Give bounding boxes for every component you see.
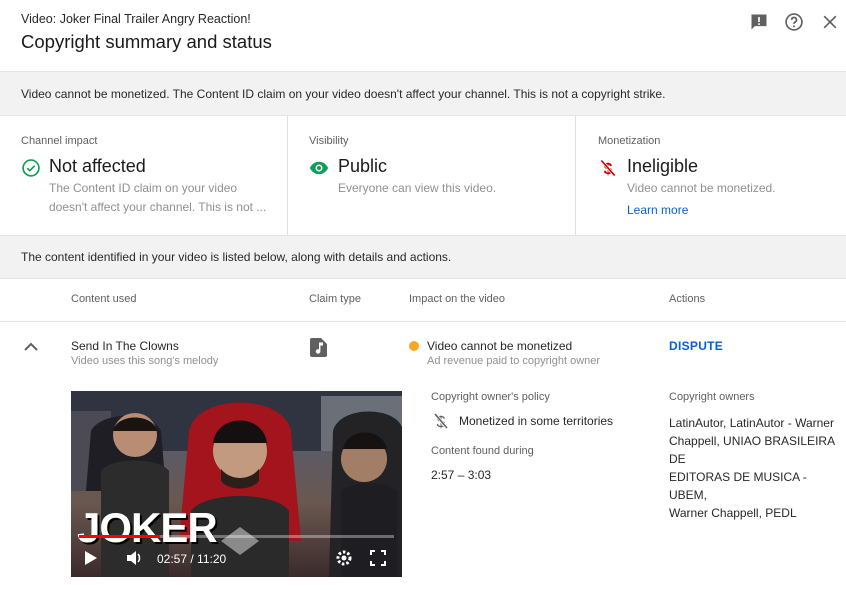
monetization-desc-text: Video cannot be monetized. <box>627 181 776 195</box>
owners-list: LatinAutor, LatinAutor - Warner Chappell… <box>669 414 846 522</box>
joker-overlay-text: JOKER <box>77 504 218 551</box>
col-header-content-used: Content used <box>71 293 137 305</box>
owners-label: Copyright owners <box>669 391 755 403</box>
monetization-desc: Video cannot be monetized. Learn more <box>627 179 776 220</box>
col-header-claim-type: Claim type <box>309 293 361 305</box>
status-dot-icon <box>409 341 419 351</box>
channel-impact-desc-line2: doesn't affect your channel. This is not… <box>49 200 267 214</box>
channel-impact-card: Channel impact Not affected The Content … <box>0 116 287 235</box>
visibility-desc: Everyone can view this video. <box>338 181 497 195</box>
help-icon[interactable] <box>784 12 804 32</box>
learn-more-link[interactable]: Learn more <box>627 201 776 220</box>
visibility-label: Visibility <box>309 135 349 147</box>
channel-impact-label: Channel impact <box>21 135 98 147</box>
channel-impact-desc-line1: The Content ID claim on your video <box>49 181 238 195</box>
dispute-button[interactable]: DISPUTE <box>669 339 723 353</box>
impact-text: Video cannot be monetized <box>427 339 573 353</box>
video-progress-fill <box>79 535 160 538</box>
collapse-chevron-icon[interactable] <box>22 340 40 354</box>
owners-line: Warner Chappell, PEDL <box>669 506 797 520</box>
dialog-title: Copyright summary and status <box>21 31 272 52</box>
status-cards: Channel impact Not affected The Content … <box>0 116 846 235</box>
fullscreen-icon[interactable] <box>369 549 387 567</box>
owners-line: Chappell, UNIAO BRASILEIRA DE <box>669 434 835 466</box>
video-title-label: Video: Joker Final Trailer Angry Reactio… <box>21 12 251 26</box>
monetization-value: Ineligible <box>627 156 699 176</box>
check-circle-icon <box>22 159 40 177</box>
settings-gear-icon[interactable] <box>335 549 353 567</box>
table-divider <box>0 321 846 322</box>
visibility-value: Public <box>338 156 388 176</box>
owners-line: LatinAutor, LatinAutor - Warner <box>669 416 834 430</box>
found-label: Content found during <box>431 445 534 457</box>
identified-content-text: The content identified in your video is … <box>21 250 452 264</box>
col-header-actions: Actions <box>669 293 706 305</box>
visibility-card: Visibility Public Everyone can view this… <box>287 116 575 235</box>
monetization-card: Monetization $ Ineligible Video cannot b… <box>575 116 846 235</box>
claim-content-title: Send In The Clowns <box>71 339 179 353</box>
video-time: 02:57 / 11:20 <box>157 552 227 566</box>
volume-icon[interactable] <box>125 549 143 567</box>
owners-line: EDITORAS DE MUSICA - UBEM, <box>669 470 807 502</box>
video-progress-bar[interactable] <box>79 535 394 538</box>
found-time-link[interactable]: 2:57 – 3:03 <box>431 468 491 482</box>
policy-label: Copyright owner's policy <box>431 391 550 403</box>
no-dollar-icon: $ <box>600 159 616 178</box>
close-icon[interactable] <box>820 12 840 32</box>
monetization-label: Monetization <box>598 135 661 147</box>
identified-content-banner: The content identified in your video is … <box>0 235 846 279</box>
channel-impact-value: Not affected <box>49 156 146 176</box>
dialog-header: Video: Joker Final Trailer Angry Reactio… <box>0 0 846 71</box>
status-banner-text: Video cannot be monetized. The Content I… <box>21 87 666 101</box>
eye-icon <box>309 161 329 175</box>
video-player[interactable]: JOKER 02:57 / 11:20 <box>71 391 402 577</box>
claim-content-subtitle: Video uses this song's melody <box>71 355 219 367</box>
policy-value: Monetized in some territories <box>459 414 614 428</box>
feedback-icon[interactable] <box>749 12 769 32</box>
status-banner: Video cannot be monetized. The Content I… <box>0 71 846 116</box>
play-icon[interactable] <box>81 549 99 567</box>
music-note-icon <box>310 338 327 357</box>
channel-impact-desc: The Content ID claim on your video doesn… <box>49 179 266 217</box>
col-header-impact: Impact on the video <box>409 293 506 305</box>
impact-subtext: Ad revenue paid to copyright owner <box>427 355 601 367</box>
no-dollar-small-icon: $ <box>433 413 449 430</box>
